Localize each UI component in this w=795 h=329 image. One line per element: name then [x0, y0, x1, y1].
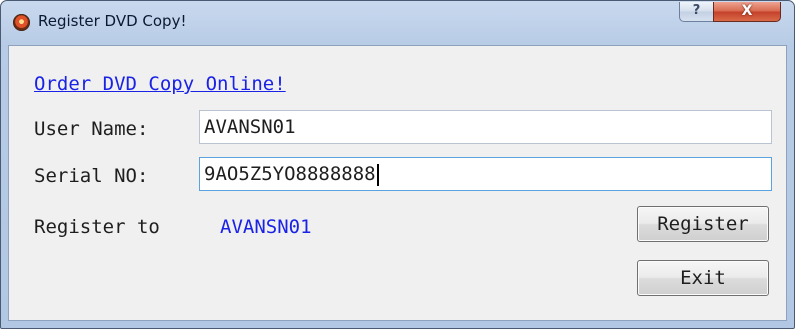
app-icon [13, 14, 30, 31]
username-label: User Name: [34, 118, 149, 140]
register-button[interactable]: Register [637, 206, 769, 242]
help-button[interactable]: ? [679, 2, 714, 22]
registered-user-value: AVANSN01 [220, 216, 312, 238]
dialog-content: Order DVD Copy Online! User Name: AVANSN… [8, 45, 787, 321]
text-caret [376, 163, 379, 186]
register-dialog-window: Register DVD Copy! ? X Order DVD Copy On… [0, 0, 795, 329]
register-to-label: Register to [34, 216, 160, 238]
order-online-link[interactable]: Order DVD Copy Online! [34, 73, 286, 95]
serial-value: 9AO5Z5YO8888888 [204, 163, 376, 185]
exit-button[interactable]: Exit [637, 260, 769, 296]
serial-label: Serial NO: [34, 165, 149, 187]
title-bar[interactable]: Register DVD Copy! ? X [1, 1, 794, 45]
serial-field[interactable]: 9AO5Z5YO8888888 [199, 157, 772, 191]
username-value: AVANSN01 [204, 116, 296, 138]
window-title: Register DVD Copy! [38, 12, 187, 30]
close-button[interactable]: X [713, 2, 781, 22]
close-icon: X [741, 3, 753, 19]
username-field[interactable]: AVANSN01 [199, 110, 772, 144]
help-icon: ? [692, 3, 701, 18]
